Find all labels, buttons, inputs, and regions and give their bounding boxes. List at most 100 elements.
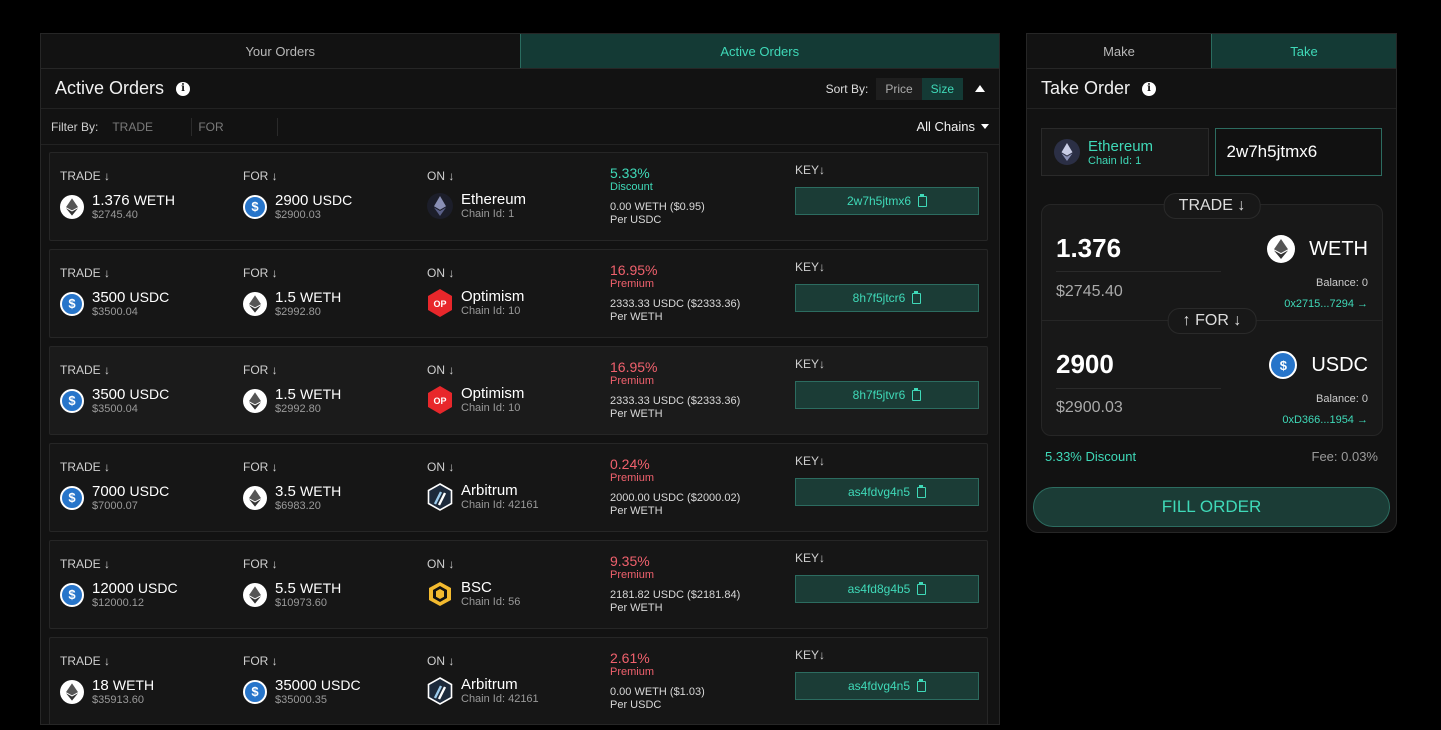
fill-order-button[interactable]: FILL ORDER [1033, 487, 1390, 527]
chain-id: Chain Id: 1 [461, 208, 515, 220]
usdc-icon: $ [1269, 351, 1298, 379]
sort-label: Sort By: [825, 81, 869, 96]
eth-icon [60, 194, 84, 219]
key-col: KEY↓ 2w7h5jtmx6 [795, 163, 979, 215]
filter-trade-input[interactable]: TRADE [106, 117, 193, 136]
order-key-input[interactable]: 2w7h5jtmx6 [1214, 128, 1382, 176]
chains-dropdown[interactable]: All Chains [916, 119, 989, 134]
trade-usd: $7000.07 [92, 500, 138, 512]
key-col: KEY↓ 8h7f5jtcr6 [795, 260, 979, 312]
copy-key-button[interactable]: 8h7f5jtcr6 [795, 284, 979, 312]
for-col-header: FOR ↓ [243, 654, 278, 668]
chain-col-header: ON ↓ [427, 460, 455, 474]
for-col-header: FOR ↓ [243, 266, 278, 280]
for-amount: 3.5 [275, 483, 296, 500]
order-row[interactable]: TRADE ↓ $3500 USDC $3500.04 FOR ↓ 1.5 WETH $2… [49, 249, 988, 338]
for-symbol: USDC [320, 677, 361, 693]
eth-icon [60, 679, 84, 704]
order-row[interactable]: TRADE ↓ $7000 USDC $7000.07 FOR ↓ 3.5 WETH $6… [49, 443, 988, 532]
copy-key-button[interactable]: 8h7f5jtvr6 [795, 381, 979, 409]
percent-value: 0.24% [610, 456, 650, 472]
filter-label: Filter By: [51, 119, 99, 134]
chain-col-header: ON ↓ [427, 557, 455, 571]
chain-col: ON ↓ Arbitrum Chain Id: 42161 [427, 654, 539, 705]
key-col: KEY↓ as4fdvg4n5 [795, 648, 979, 700]
filter-for-input[interactable]: FOR [192, 117, 279, 136]
trade-usd: $2745.40 [1056, 283, 1123, 300]
chain-col-header: ON ↓ [427, 169, 455, 183]
sort-price-button[interactable]: Price [876, 77, 922, 100]
percent-value: 2.61% [610, 650, 650, 666]
order-row[interactable]: TRADE ↓ 1.376 WETH $2745.40 FOR ↓ $2900 USDC… [49, 152, 988, 241]
rate-unit: Per USDC [610, 214, 662, 226]
tab-active-orders[interactable]: Active Orders [519, 34, 999, 68]
clipboard-icon [912, 387, 922, 401]
tab-make[interactable]: Make [1027, 34, 1211, 68]
copy-key-button[interactable]: as4fd8g4b5 [795, 575, 979, 603]
clipboard-icon [917, 484, 927, 498]
bsc-chain-icon [427, 581, 453, 607]
trade-col-header: TRADE ↓ [60, 557, 111, 571]
key-col-header: KEY↓ [795, 454, 826, 468]
order-row[interactable]: TRADE ↓ $12000 USDC $12000.12 FOR ↓ 5.5 WETH… [49, 540, 988, 629]
copy-key-button[interactable]: 2w7h5jtmx6 [795, 187, 979, 215]
for-usd: $2900.03 [1056, 399, 1123, 416]
for-balance: Balance: 0 [1316, 393, 1368, 405]
chain-col-header: ON ↓ [427, 363, 455, 377]
eth-icon [1267, 235, 1296, 263]
tab-take[interactable]: Take [1211, 34, 1396, 68]
sort-direction-icon[interactable] [975, 85, 985, 92]
price-col: 5.33% Discount 0.00 WETH ($0.95) Per USDC [610, 165, 705, 227]
for-pill[interactable]: ↑ FOR ↓ [1167, 308, 1257, 334]
usdc-icon: $ [243, 194, 267, 219]
trade-amount: 18 [92, 677, 109, 694]
rate-unit: Per WETH [610, 311, 663, 323]
order-row[interactable]: TRADE ↓ 18 WETH $35913.60 FOR ↓ $35000 USDC $… [49, 637, 988, 724]
key-col-header: KEY↓ [795, 163, 826, 177]
chain-name: Ethereum [1088, 137, 1154, 155]
for-symbol: WETH [300, 483, 342, 499]
for-symbol: WETH [300, 580, 342, 596]
for-usd: $10973.60 [275, 597, 327, 609]
order-row[interactable]: TRADE ↓ $3500 USDC $3500.04 FOR ↓ 1.5 WETH $2… [49, 346, 988, 435]
discount-text: 5.33% Discount [1045, 449, 1137, 464]
info-icon[interactable]: i [1142, 81, 1157, 96]
tab-your-orders[interactable]: Your Orders [41, 34, 520, 68]
price-col: 2.61% Premium 0.00 WETH ($1.03) Per USDC [610, 650, 705, 712]
rate-value: 2000.00 USDC ($2000.02) [610, 492, 741, 504]
for-col-header: FOR ↓ [243, 363, 278, 377]
rate-value: 2333.33 USDC ($2333.36) [610, 298, 741, 310]
for-usd: $35000.35 [275, 694, 327, 706]
percent-label: Premium [610, 278, 655, 290]
chain-selector[interactable]: Ethereum Chain Id: 1 [1041, 128, 1209, 176]
copy-key-button[interactable]: as4fdvg4n5 [795, 672, 979, 700]
trade-col: TRADE ↓ 1.376 WETH $2745.40 [60, 169, 175, 221]
copy-key-button[interactable]: as4fdvg4n5 [795, 478, 979, 506]
for-usd: $6983.20 [275, 500, 321, 512]
trade-amount: 12000 [92, 580, 134, 597]
chain-col: ON ↓ Ethereum Chain Id: 1 [427, 169, 526, 220]
trade-col: TRADE ↓ $3500 USDC $3500.04 [60, 363, 169, 415]
for-address-link[interactable]: 0xD366...1954 → [1282, 414, 1368, 426]
for-amount: 5.5 [275, 580, 296, 597]
info-icon[interactable]: i [176, 81, 191, 96]
svg-text:OP: OP [433, 396, 446, 406]
rate-value: 0.00 WETH ($1.03) [610, 686, 705, 698]
trade-token-symbol: WETH [1309, 237, 1368, 260]
sort-size-button[interactable]: Size [921, 77, 963, 100]
for-amount: 2900 [275, 192, 309, 209]
trade-usd: $3500.04 [92, 403, 138, 415]
trade-address-link[interactable]: 0x2715...7294 → [1284, 298, 1368, 310]
divider [1056, 388, 1221, 389]
key-col-header: KEY↓ [795, 357, 826, 371]
key-col: KEY↓ 8h7f5jtvr6 [795, 357, 979, 409]
chain-col-header: ON ↓ [427, 654, 455, 668]
chain-name: Optimism [461, 385, 525, 402]
chain-name: Ethereum [461, 191, 527, 208]
take-header: Take Order i [1027, 69, 1396, 109]
chain-id: Chain Id: 56 [461, 596, 521, 608]
usdc-icon: $ [243, 679, 267, 704]
chain-name: Arbitrum [461, 482, 518, 499]
for-col: FOR ↓ 1.5 WETH $2992.80 [243, 266, 341, 318]
clipboard-icon [912, 290, 922, 304]
